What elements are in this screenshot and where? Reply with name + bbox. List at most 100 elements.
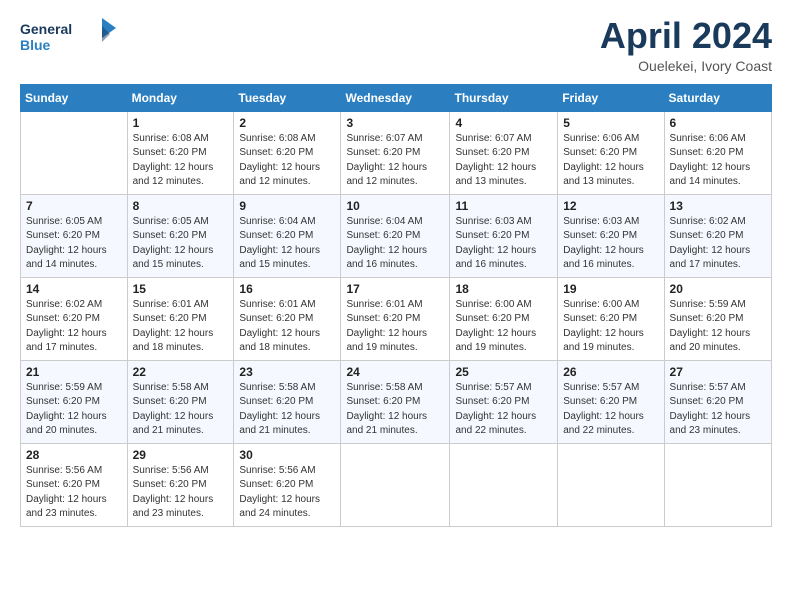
day-number: 14 [26,282,122,296]
day-number: 19 [563,282,658,296]
table-cell: 15 Sunrise: 6:01 AMSunset: 6:20 PMDayligh… [127,277,234,360]
day-number: 2 [239,116,335,130]
day-info: Sunrise: 6:00 AMSunset: 6:20 PMDaylight:… [455,298,552,356]
day-info: Sunrise: 6:03 AMSunset: 6:20 PMDaylight:… [563,215,658,273]
day-number: 28 [26,448,122,462]
table-cell: 24 Sunrise: 5:58 AMSunset: 6:20 PMDayligh… [341,360,450,443]
week-row-3: 14Sunrise: 6:02 AMSunset: 6:20 PMDayligh… [21,277,772,360]
day-info: Sunrise: 5:58 AMSunset: 6:20 PMDaylight:… [239,381,335,439]
table-cell: 18 Sunrise: 6:00 AMSunset: 6:20 PMDayligh… [450,277,558,360]
day-info: Sunrise: 6:06 AMSunset: 6:20 PMDaylight:… [670,132,766,190]
day-info: Sunrise: 6:05 AMSunset: 6:20 PMDaylight:… [133,215,229,273]
day-info: Sunrise: 6:03 AMSunset: 6:20 PMDaylight:… [455,215,552,273]
table-cell: 23 Sunrise: 5:58 AMSunset: 6:20 PMDayligh… [234,360,341,443]
week-row-4: 21 Sunrise: 5:59 AMSunset: 6:20 PMDayligh… [21,360,772,443]
table-cell: 7 Sunrise: 6:05 AMSunset: 6:20 PMDaylight… [21,194,128,277]
day-info: Sunrise: 6:05 AMSunset: 6:20 PMDaylight:… [26,215,122,273]
table-cell [21,111,128,194]
day-info: Sunrise: 6:07 AMSunset: 6:20 PMDaylight:… [346,132,444,190]
day-info: Sunrise: 5:56 AMSunset: 6:20 PMDaylight:… [26,464,122,522]
table-cell: 6 Sunrise: 6:06 AMSunset: 6:20 PMDaylight… [664,111,771,194]
table-cell: 16Sunrise: 6:01 AMSunset: 6:20 PMDayligh… [234,277,341,360]
day-number: 22 [133,365,229,379]
day-number: 7 [26,199,122,213]
col-tuesday: Tuesday [234,84,341,111]
day-info: Sunrise: 5:59 AMSunset: 6:20 PMDaylight:… [26,381,122,439]
day-info: Sunrise: 6:04 AMSunset: 6:20 PMDaylight:… [239,215,335,273]
table-cell: 30 Sunrise: 5:56 AMSunset: 6:20 PMDayligh… [234,443,341,526]
day-info: Sunrise: 6:06 AMSunset: 6:20 PMDaylight:… [563,132,658,190]
day-info: Sunrise: 6:02 AMSunset: 6:20 PMDaylight:… [670,215,766,273]
day-number: 24 [346,365,444,379]
logo: General Blue [20,16,120,65]
calendar-table: Sunday Monday Tuesday Wednesday Thursday… [20,84,772,527]
col-sunday: Sunday [21,84,128,111]
location-subtitle: Ouelekei, Ivory Coast [600,58,772,74]
day-info: Sunrise: 6:08 AMSunset: 6:20 PMDaylight:… [239,132,335,190]
month-title: April 2024 [600,16,772,56]
day-info: Sunrise: 6:07 AMSunset: 6:20 PMDaylight:… [455,132,552,190]
table-cell: 10 Sunrise: 6:04 AMSunset: 6:20 PMDayligh… [341,194,450,277]
day-number: 1 [133,116,229,130]
table-cell: 5 Sunrise: 6:06 AMSunset: 6:20 PMDaylight… [558,111,664,194]
table-cell: 9 Sunrise: 6:04 AMSunset: 6:20 PMDaylight… [234,194,341,277]
day-number: 21 [26,365,122,379]
logo-icon: General Blue [20,16,120,60]
table-cell [341,443,450,526]
day-number: 27 [670,365,766,379]
day-info: Sunrise: 6:00 AMSunset: 6:20 PMDaylight:… [563,298,658,356]
day-number: 12 [563,199,658,213]
day-number: 15 [133,282,229,296]
day-info: Sunrise: 5:57 AMSunset: 6:20 PMDaylight:… [563,381,658,439]
day-number: 6 [670,116,766,130]
col-saturday: Saturday [664,84,771,111]
table-cell: 4Sunrise: 6:07 AMSunset: 6:20 PMDaylight… [450,111,558,194]
week-row-2: 7 Sunrise: 6:05 AMSunset: 6:20 PMDaylight… [21,194,772,277]
table-cell: 26 Sunrise: 5:57 AMSunset: 6:20 PMDayligh… [558,360,664,443]
col-monday: Monday [127,84,234,111]
page: General Blue April 2024 Ouelekei, Ivory … [0,0,792,612]
day-number: 16 [239,282,335,296]
table-cell: 29 Sunrise: 5:56 AMSunset: 6:20 PMDayligh… [127,443,234,526]
day-number: 3 [346,116,444,130]
day-number: 20 [670,282,766,296]
day-info: Sunrise: 6:01 AMSunset: 6:20 PMDaylight:… [133,298,229,356]
day-number: 26 [563,365,658,379]
col-wednesday: Wednesday [341,84,450,111]
day-number: 17 [346,282,444,296]
day-number: 30 [239,448,335,462]
table-cell: 27Sunrise: 5:57 AMSunset: 6:20 PMDayligh… [664,360,771,443]
header: General Blue April 2024 Ouelekei, Ivory … [20,16,772,74]
col-thursday: Thursday [450,84,558,111]
day-number: 11 [455,199,552,213]
table-cell: 21 Sunrise: 5:59 AMSunset: 6:20 PMDayligh… [21,360,128,443]
col-friday: Friday [558,84,664,111]
day-number: 18 [455,282,552,296]
table-cell: 19 Sunrise: 6:00 AMSunset: 6:20 PMDayligh… [558,277,664,360]
day-number: 29 [133,448,229,462]
week-row-1: 1 Sunrise: 6:08 AMSunset: 6:20 PMDaylight… [21,111,772,194]
table-cell [450,443,558,526]
day-number: 23 [239,365,335,379]
week-row-5: 28 Sunrise: 5:56 AMSunset: 6:20 PMDayligh… [21,443,772,526]
table-cell [664,443,771,526]
svg-text:General: General [20,21,72,37]
day-info: Sunrise: 6:04 AMSunset: 6:20 PMDaylight:… [346,215,444,273]
table-cell: 17 Sunrise: 6:01 AMSunset: 6:20 PMDayligh… [341,277,450,360]
table-cell: 1Sunrise: 6:08 AMSunset: 6:20 PMDaylight… [127,111,234,194]
title-block: April 2024 Ouelekei, Ivory Coast [600,16,772,74]
day-info: Sunrise: 5:58 AMSunset: 6:20 PMDaylight:… [346,381,444,439]
table-cell: 11 Sunrise: 6:03 AMSunset: 6:20 PMDayligh… [450,194,558,277]
day-info: Sunrise: 5:59 AMSunset: 6:20 PMDaylight:… [670,298,766,356]
day-number: 5 [563,116,658,130]
table-cell [558,443,664,526]
day-info: Sunrise: 5:57 AMSunset: 6:20 PMDaylight:… [455,381,552,439]
table-cell: 22Sunrise: 5:58 AMSunset: 6:20 PMDayligh… [127,360,234,443]
day-info: Sunrise: 5:56 AMSunset: 6:20 PMDaylight:… [239,464,335,522]
day-number: 9 [239,199,335,213]
day-info: Sunrise: 5:56 AMSunset: 6:20 PMDaylight:… [133,464,229,522]
day-number: 13 [670,199,766,213]
table-cell: 25Sunrise: 5:57 AMSunset: 6:20 PMDayligh… [450,360,558,443]
day-number: 10 [346,199,444,213]
day-info: Sunrise: 6:01 AMSunset: 6:20 PMDaylight:… [346,298,444,356]
